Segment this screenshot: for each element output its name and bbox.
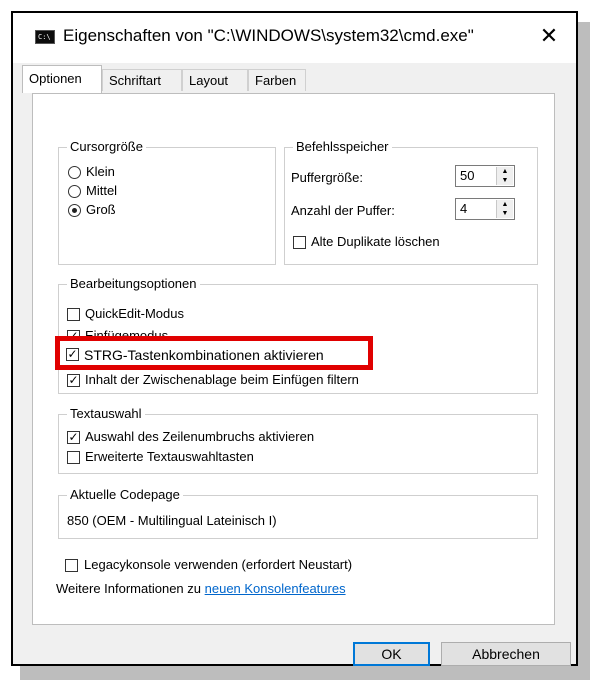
edit-options-legend: Bearbeitungsoptionen: [67, 276, 200, 292]
radio-klein-label[interactable]: Klein: [86, 164, 115, 180]
close-icon[interactable]: ✕: [534, 21, 564, 51]
tab-strip: Optionen Schriftart Layout Farben: [13, 63, 576, 93]
radio-klein[interactable]: [68, 166, 81, 179]
cancel-button[interactable]: Abbrechen: [441, 642, 571, 666]
buffer-count-label: Anzahl der Puffer:: [291, 203, 395, 218]
radio-mittel[interactable]: [68, 185, 81, 198]
radio-gross[interactable]: [68, 204, 81, 217]
radio-gross-label[interactable]: Groß: [86, 202, 116, 218]
spin-up-icon[interactable]: ▲: [497, 200, 513, 209]
quickedit-checkbox[interactable]: [67, 308, 80, 321]
codepage-legend: Aktuelle Codepage: [67, 487, 183, 503]
line-wrap-selection-label[interactable]: Auswahl des Zeilenumbruchs aktivieren: [85, 429, 314, 445]
more-info-text: Weitere Informationen zu neuen Konsolenf…: [56, 581, 346, 597]
codepage-value: 850 (OEM - Multilingual Lateinisch I): [67, 513, 277, 528]
buffer-size-value[interactable]: 50: [460, 168, 474, 183]
buffer-size-label: Puffergröße:: [291, 170, 364, 185]
tab-optionen[interactable]: Optionen: [22, 65, 102, 93]
command-buffer-group: Befehlsspeicher Puffergröße: 50 ▲ ▼ Anza…: [284, 139, 538, 265]
more-info-prefix: Weitere Informationen zu: [56, 581, 205, 596]
ctrl-shortcuts-label[interactable]: STRG-Tastenkombinationen aktivieren: [84, 347, 324, 363]
buffer-size-spinner[interactable]: 50 ▲ ▼: [455, 165, 515, 187]
window-title: Eigenschaften von "C:\WINDOWS\system32\c…: [63, 26, 474, 45]
legacy-console-checkbox[interactable]: [65, 559, 78, 572]
highlight-box: ✓ STRG-Tastenkombinationen aktivieren: [55, 336, 373, 370]
buffer-count-spinner[interactable]: 4 ▲ ▼: [455, 198, 515, 220]
tab-schriftart[interactable]: Schriftart: [102, 69, 182, 91]
tab-layout[interactable]: Layout: [182, 69, 248, 91]
extended-selection-keys-checkbox[interactable]: [67, 451, 80, 464]
filter-clipboard-label[interactable]: Inhalt der Zwischenablage beim Einfügen …: [85, 372, 359, 388]
spin-down-icon[interactable]: ▼: [497, 176, 513, 185]
cmd-icon: C:\: [35, 30, 55, 44]
title-bar[interactable]: C:\ Eigenschaften von "C:\WINDOWS\system…: [13, 13, 576, 63]
tab-farben[interactable]: Farben: [248, 69, 306, 91]
legacy-console-label[interactable]: Legacykonsole verwenden (erfordert Neust…: [84, 557, 352, 573]
buffer-count-value[interactable]: 4: [460, 201, 467, 216]
radio-mittel-label[interactable]: Mittel: [86, 183, 117, 199]
new-console-features-link[interactable]: neuen Konsolenfeatures: [205, 581, 346, 596]
extended-selection-keys-label[interactable]: Erweiterte Textauswahltasten: [85, 449, 254, 465]
command-buffer-legend: Befehlsspeicher: [293, 139, 392, 155]
cursor-size-legend: Cursorgröße: [67, 139, 146, 155]
quickedit-label[interactable]: QuickEdit-Modus: [85, 306, 184, 322]
cursor-size-group: Cursorgröße Klein Mittel Groß: [58, 139, 276, 265]
ctrl-shortcuts-checkbox[interactable]: ✓: [66, 348, 79, 361]
buffer-size-stepper[interactable]: ▲ ▼: [496, 167, 513, 185]
text-selection-group: Textauswahl ✓ Auswahl des Zeilenumbruchs…: [58, 406, 538, 474]
spin-up-icon[interactable]: ▲: [497, 167, 513, 176]
filter-clipboard-checkbox[interactable]: ✓: [67, 374, 80, 387]
discard-duplicates-label[interactable]: Alte Duplikate löschen: [311, 234, 440, 250]
ok-button[interactable]: OK: [353, 642, 430, 666]
spin-down-icon[interactable]: ▼: [497, 209, 513, 218]
line-wrap-selection-checkbox[interactable]: ✓: [67, 431, 80, 444]
discard-duplicates-checkbox[interactable]: [293, 236, 306, 249]
text-selection-legend: Textauswahl: [67, 406, 145, 422]
codepage-group: Aktuelle Codepage 850 (OEM - Multilingua…: [58, 487, 538, 539]
buffer-count-stepper[interactable]: ▲ ▼: [496, 200, 513, 218]
